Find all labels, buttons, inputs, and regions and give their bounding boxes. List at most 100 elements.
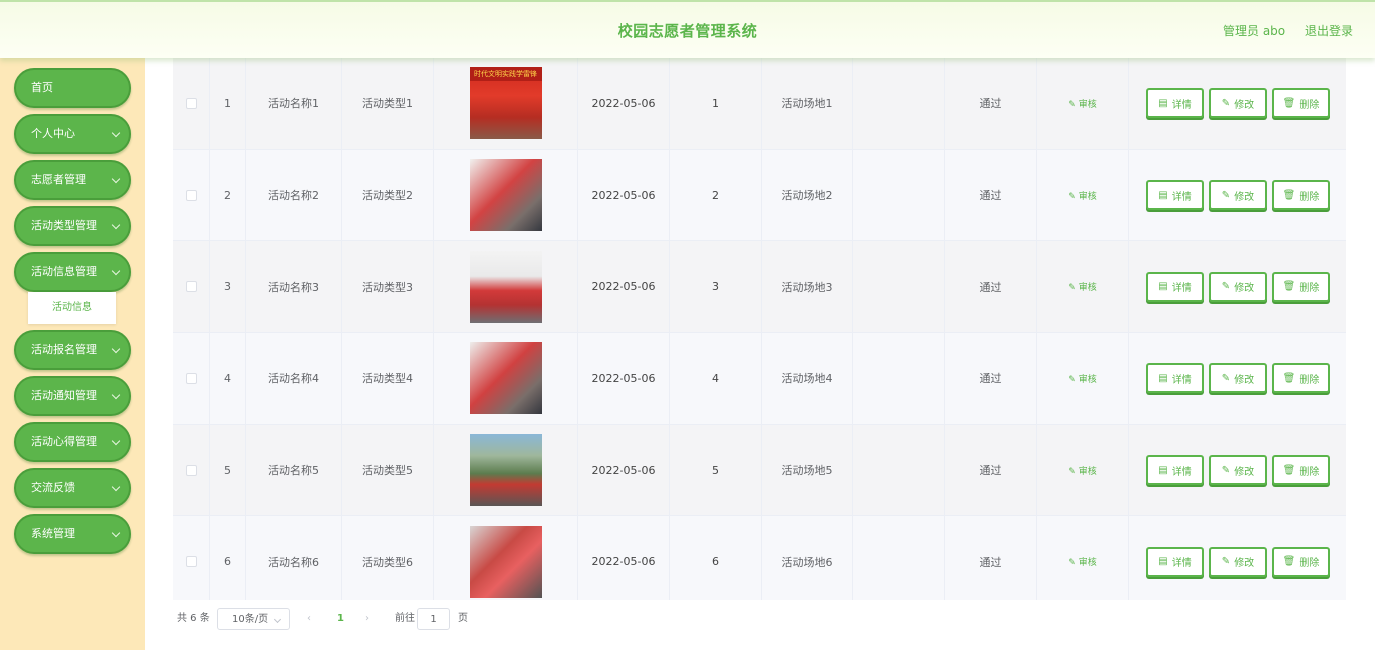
delete-button[interactable]: 🗑 删除 — [1272, 363, 1330, 394]
next-page-button[interactable]: › — [365, 608, 369, 630]
activity-photo — [469, 434, 542, 507]
activity-venue: 活动场地4 — [762, 333, 853, 424]
activity-type: 活动类型2 — [342, 149, 434, 241]
audit-link[interactable]: ✎ 审核 — [1068, 189, 1097, 202]
audit-status: 通过 — [945, 424, 1037, 516]
activity-type: 活动类型6 — [342, 516, 434, 600]
edit-label: 修改 — [1234, 466, 1255, 478]
document-icon: ▤ — [1158, 189, 1168, 201]
sidebar-item-volunteer-management[interactable]: 志愿者管理 — [14, 160, 131, 200]
edit-icon: ✎ — [1068, 374, 1076, 385]
audit-label: 审核 — [1078, 283, 1097, 294]
delete-button[interactable]: 🗑 删除 — [1272, 180, 1330, 211]
delete-button[interactable]: 🗑 删除 — [1272, 271, 1330, 302]
row-index: 3 — [210, 241, 246, 333]
row-checkbox[interactable] — [185, 189, 197, 201]
audit-link[interactable]: ✎ 审核 — [1068, 97, 1097, 110]
goto-label: 前往 — [395, 613, 415, 624]
edit-button[interactable]: ✎ 修改 — [1209, 455, 1267, 486]
activity-name: 活动名称5 — [246, 424, 342, 516]
detail-button[interactable]: ▤ 详情 — [1146, 546, 1204, 577]
activity-type: 活动类型5 — [342, 424, 434, 516]
row-checkbox[interactable] — [185, 281, 197, 293]
audit-link[interactable]: ✎ 审核 — [1068, 372, 1097, 385]
edit-button[interactable]: ✎ 修改 — [1209, 271, 1267, 302]
sidebar-item-notice-management[interactable]: 活动通知管理 — [14, 376, 131, 416]
logout-link[interactable]: 退出登录 — [1305, 24, 1353, 38]
row-checkbox[interactable] — [185, 464, 197, 476]
audit-status: 通过 — [945, 516, 1037, 600]
delete-label: 删除 — [1299, 374, 1320, 386]
sidebar-item-home[interactable]: 首页 — [14, 68, 131, 108]
empty-cell — [853, 333, 945, 424]
edit-icon: ✎ — [1221, 189, 1231, 201]
audit-link[interactable]: ✎ 审核 — [1068, 555, 1097, 568]
table-row: 1 活动名称1 活动类型1 时代文明实践学雷锋 2022-05-06 1 活动场… — [173, 58, 1346, 150]
delete-button[interactable]: 🗑 删除 — [1272, 88, 1330, 119]
header-actions: 管理员 abo 退出登录 — [1207, 22, 1353, 39]
detail-button[interactable]: ▤ 详情 — [1146, 180, 1204, 211]
activity-type: 活动类型3 — [342, 241, 434, 333]
chevron-down-icon — [111, 174, 121, 184]
activity-number: 6 — [670, 516, 762, 600]
edit-button[interactable]: ✎ 修改 — [1209, 88, 1267, 119]
sidebar-item-registration-management[interactable]: 活动报名管理 — [14, 330, 131, 370]
empty-cell — [853, 516, 945, 600]
activity-date: 2022-05-06 — [578, 58, 670, 149]
row-index: 6 — [210, 516, 246, 600]
document-icon: ▤ — [1158, 464, 1168, 476]
row-checkbox[interactable] — [185, 556, 197, 568]
trash-icon: 🗑 — [1282, 281, 1296, 293]
detail-label: 详情 — [1171, 466, 1192, 478]
delete-label: 删除 — [1299, 191, 1320, 203]
row-checkbox[interactable] — [185, 97, 197, 109]
empty-cell — [853, 149, 945, 241]
detail-button[interactable]: ▤ 详情 — [1146, 88, 1204, 119]
page-size-select[interactable]: 10条/页 — [217, 608, 290, 630]
submenu-item-activity-info[interactable]: 活动信息 — [28, 292, 116, 324]
top-header: 校园志愿者管理系统 管理员 abo 退出登录 — [0, 0, 1375, 58]
edit-icon: ✎ — [1221, 372, 1231, 384]
activity-venue: 活动场地2 — [762, 149, 853, 241]
sidebar-item-experience-management[interactable]: 活动心得管理 — [14, 422, 131, 462]
edit-button[interactable]: ✎ 修改 — [1209, 180, 1267, 211]
activity-name: 活动名称3 — [246, 241, 342, 333]
audit-link[interactable]: ✎ 审核 — [1068, 464, 1097, 477]
delete-button[interactable]: 🗑 删除 — [1272, 455, 1330, 486]
detail-button[interactable]: ▤ 详情 — [1146, 363, 1204, 394]
prev-page-button[interactable]: ‹ — [307, 608, 311, 630]
sidebar-item-label: 活动类型管理 — [31, 219, 97, 232]
delete-label: 删除 — [1299, 283, 1320, 295]
sidebar-item-feedback[interactable]: 交流反馈 — [14, 468, 131, 508]
table-row: 4 活动名称4 活动类型4 2022-05-06 4 活动场地4 通过 ✎ 审核 … — [173, 333, 1346, 425]
delete-button[interactable]: 🗑 删除 — [1272, 546, 1330, 577]
current-page[interactable]: 1 — [337, 608, 344, 630]
edit-icon: ✎ — [1068, 466, 1076, 477]
trash-icon: 🗑 — [1282, 464, 1296, 476]
audit-status: 通过 — [945, 58, 1037, 149]
sidebar-item-activity-info-management[interactable]: 活动信息管理 — [14, 252, 131, 292]
document-icon: ▤ — [1158, 372, 1168, 384]
goto-page-input[interactable]: 1 — [417, 608, 450, 630]
audit-label: 审核 — [1078, 374, 1097, 385]
detail-button[interactable]: ▤ 详情 — [1146, 271, 1204, 302]
table-row: 2 活动名称2 活动类型2 2022-05-06 2 活动场地2 通过 ✎ 审核 … — [173, 149, 1346, 242]
activity-name: 活动名称1 — [246, 58, 342, 149]
sidebar-item-label: 系统管理 — [31, 527, 75, 540]
sidebar-item-activity-type-management[interactable]: 活动类型管理 — [14, 206, 131, 246]
audit-status: 通过 — [945, 333, 1037, 424]
sidebar-item-personal-center[interactable]: 个人中心 — [14, 114, 131, 154]
audit-link[interactable]: ✎ 审核 — [1068, 280, 1097, 293]
activity-venue: 活动场地1 — [762, 58, 853, 149]
audit-label: 审核 — [1078, 466, 1097, 477]
edit-label: 修改 — [1234, 558, 1255, 570]
row-checkbox[interactable] — [185, 372, 197, 384]
edit-button[interactable]: ✎ 修改 — [1209, 546, 1267, 577]
sidebar-item-system-management[interactable]: 系统管理 — [14, 514, 131, 554]
page-suffix: 页 — [458, 613, 468, 624]
edit-button[interactable]: ✎ 修改 — [1209, 363, 1267, 394]
detail-button[interactable]: ▤ 详情 — [1146, 455, 1204, 486]
row-index: 4 — [210, 333, 246, 424]
audit-label: 审核 — [1078, 191, 1097, 202]
page-size-value: 10条/页 — [232, 614, 269, 625]
